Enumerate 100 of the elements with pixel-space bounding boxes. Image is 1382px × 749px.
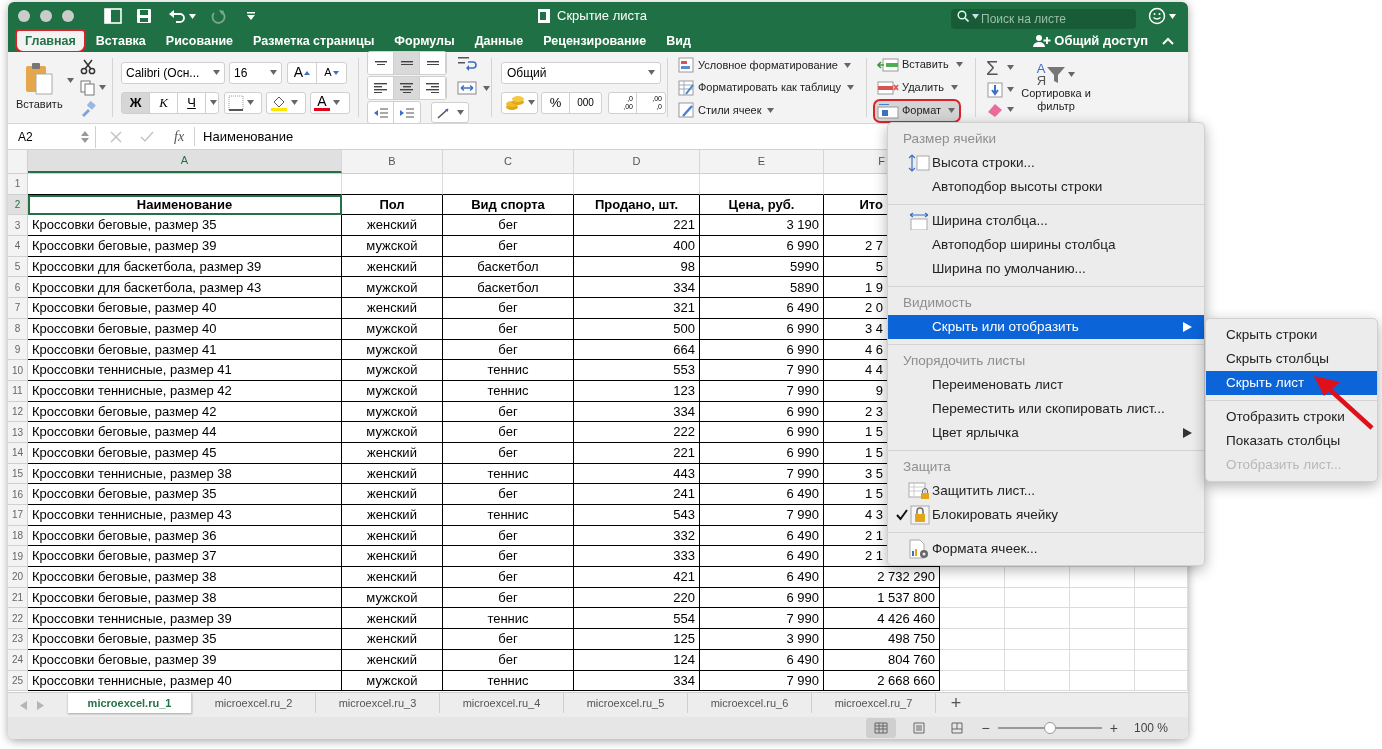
- grow-font-button[interactable]: A: [288, 62, 317, 83]
- menu-item[interactable]: Защитить лист...: [888, 479, 1204, 503]
- ribbon-tab[interactable]: Вид: [657, 30, 700, 52]
- window-button[interactable]: [18, 10, 30, 22]
- column-header[interactable]: B: [388, 153, 396, 170]
- menu-item[interactable]: Скрыть или отобразить: [888, 315, 1204, 339]
- menu-item[interactable]: Блокировать ячейку: [888, 503, 1204, 527]
- sheet-tab[interactable]: microexcel.ru_5: [564, 693, 688, 713]
- styles-menu-button[interactable]: Форматировать как таблицу: [678, 79, 866, 96]
- sheet-tab[interactable]: microexcel.ru_2: [192, 693, 316, 713]
- vertical-align-button[interactable]: [420, 52, 446, 74]
- horizontal-align-button[interactable]: [394, 77, 420, 99]
- text-style-button[interactable]: К: [150, 92, 178, 113]
- cells-menu-button[interactable]: Вставить: [874, 53, 960, 76]
- column-header[interactable]: F: [878, 153, 885, 170]
- scissors-icon[interactable]: [79, 58, 96, 75]
- menu-item[interactable]: Цвет ярлычка: [888, 421, 1204, 445]
- menu-item[interactable]: Скрыть столбцы: [1206, 347, 1377, 371]
- eraser-icon[interactable]: [986, 101, 1004, 118]
- menu-item[interactable]: Отобразить строки: [1206, 405, 1377, 429]
- font-size-field[interactable]: 16: [229, 61, 282, 84]
- function-label[interactable]: fx: [174, 126, 185, 147]
- collapse-ribbon-icon[interactable]: [1162, 37, 1174, 45]
- empty-cell: [940, 608, 1005, 630]
- menu-item[interactable]: Скрыть строки: [1206, 323, 1377, 347]
- search-field[interactable]: Поиск на листе: [951, 9, 1136, 29]
- ribbon-tab[interactable]: Рецензирование: [534, 30, 656, 52]
- number-format-field[interactable]: Общий: [501, 61, 661, 84]
- menu-item[interactable]: Формата ячеек...: [888, 537, 1204, 561]
- font-name-field[interactable]: Calibri (Осн...: [121, 61, 225, 84]
- empty-cell: [1135, 608, 1188, 630]
- ribbon-tab[interactable]: Разметка страницы: [244, 30, 384, 52]
- zoom-slider[interactable]: [997, 722, 1102, 734]
- table-cell-text: 6 490: [786, 547, 819, 566]
- column-header[interactable]: C: [504, 153, 512, 170]
- column-header[interactable]: D: [632, 153, 641, 170]
- cells-menu-button[interactable]: Формат: [874, 99, 960, 122]
- column-header[interactable]: E: [757, 153, 766, 170]
- thousands-button[interactable]: 000: [570, 92, 601, 113]
- ribbon-tab[interactable]: Главная: [16, 30, 85, 52]
- add-sheet-button[interactable]: +: [936, 693, 976, 713]
- zoom-thumb[interactable]: [1043, 722, 1056, 734]
- ribbon-tab[interactable]: Рисование: [156, 30, 243, 52]
- zoom-out-button[interactable]: −: [981, 717, 990, 739]
- menu-item[interactable]: Скрыть лист: [1206, 371, 1377, 395]
- menu-item[interactable]: Автоподбор высоты строки: [888, 175, 1204, 199]
- percent-button[interactable]: %: [542, 92, 570, 113]
- column-header[interactable]: A: [180, 152, 189, 169]
- styles-menu-button[interactable]: Условное форматирование: [678, 56, 866, 74]
- decrease-indent-icon[interactable]: [373, 106, 388, 119]
- increase-indent-icon[interactable]: [400, 106, 414, 119]
- horizontal-align-button[interactable]: [420, 77, 446, 99]
- menu-item[interactable]: Высота строки...: [888, 151, 1204, 175]
- share-button[interactable]: Общий доступ: [1054, 31, 1148, 51]
- table-cell-text: Кроссовки беговые, размер 35: [32, 216, 217, 235]
- shrink-font-button[interactable]: A: [317, 62, 346, 83]
- text-style-button[interactable]: Ж: [122, 92, 150, 113]
- sort-filter-button[interactable]: Сортировка и фильтр: [1018, 86, 1094, 113]
- view-icon: [911, 722, 926, 734]
- name-box[interactable]: A2: [12, 125, 96, 148]
- undo-icon[interactable]: [168, 8, 186, 24]
- view-button[interactable]: [865, 718, 896, 738]
- text-style-button[interactable]: Ч: [178, 92, 206, 113]
- caret-icon: [457, 110, 464, 115]
- menu-item[interactable]: Переместить или скопировать лист...: [888, 397, 1204, 421]
- menu-item[interactable]: Ширина по умолчанию...: [888, 257, 1204, 281]
- table-cell-text: женский: [367, 257, 417, 276]
- borders-icon[interactable]: [228, 94, 244, 111]
- save-icon[interactable]: [136, 8, 152, 24]
- table-cell-text: бег: [498, 568, 518, 587]
- paste-button[interactable]: Вставить: [16, 62, 63, 113]
- ribbon-tab[interactable]: Формулы: [385, 30, 464, 52]
- formula-value[interactable]: Наименование: [194, 126, 294, 147]
- fill-down-icon[interactable]: [986, 81, 1004, 98]
- menu-item[interactable]: Ширина столбца...: [888, 209, 1204, 233]
- menu-item[interactable]: Автоподбор ширины столбца: [888, 233, 1204, 257]
- customize-icon[interactable]: [246, 11, 256, 21]
- autosum-button[interactable]: Σ: [986, 57, 1004, 78]
- ribbon-tab[interactable]: Данные: [465, 30, 533, 52]
- wrap-text-icon[interactable]: [457, 55, 477, 71]
- horizontal-align-button[interactable]: [368, 77, 394, 99]
- window-button[interactable]: [62, 10, 74, 22]
- menu-item[interactable]: Переименовать лист: [888, 373, 1204, 397]
- sheet-tab[interactable]: microexcel.ru_1: [68, 693, 192, 713]
- table-cell-text: 2 0: [864, 299, 883, 318]
- sheet-tab[interactable]: microexcel.ru_4: [440, 693, 564, 713]
- cells-menu-button[interactable]: Удалить: [874, 76, 960, 99]
- sidebar-icon[interactable]: [104, 8, 122, 24]
- merge-cells-icon[interactable]: [457, 80, 477, 96]
- sheet-tab[interactable]: microexcel.ru_7: [812, 693, 936, 713]
- zoom-in-button[interactable]: +: [1109, 717, 1118, 739]
- sheet-tab[interactable]: microexcel.ru_6: [688, 693, 812, 713]
- window-button[interactable]: [40, 10, 52, 22]
- smiley-icon[interactable]: [1148, 7, 1166, 25]
- menu-item[interactable]: Показать столбцы: [1206, 429, 1377, 453]
- ribbon-tab[interactable]: Вставка: [86, 30, 155, 52]
- vertical-align-button[interactable]: [368, 52, 394, 74]
- sheet-tab[interactable]: microexcel.ru_3: [316, 693, 440, 713]
- styles-menu-button[interactable]: Стили ячеек: [678, 101, 866, 119]
- vertical-align-button[interactable]: [394, 52, 420, 74]
